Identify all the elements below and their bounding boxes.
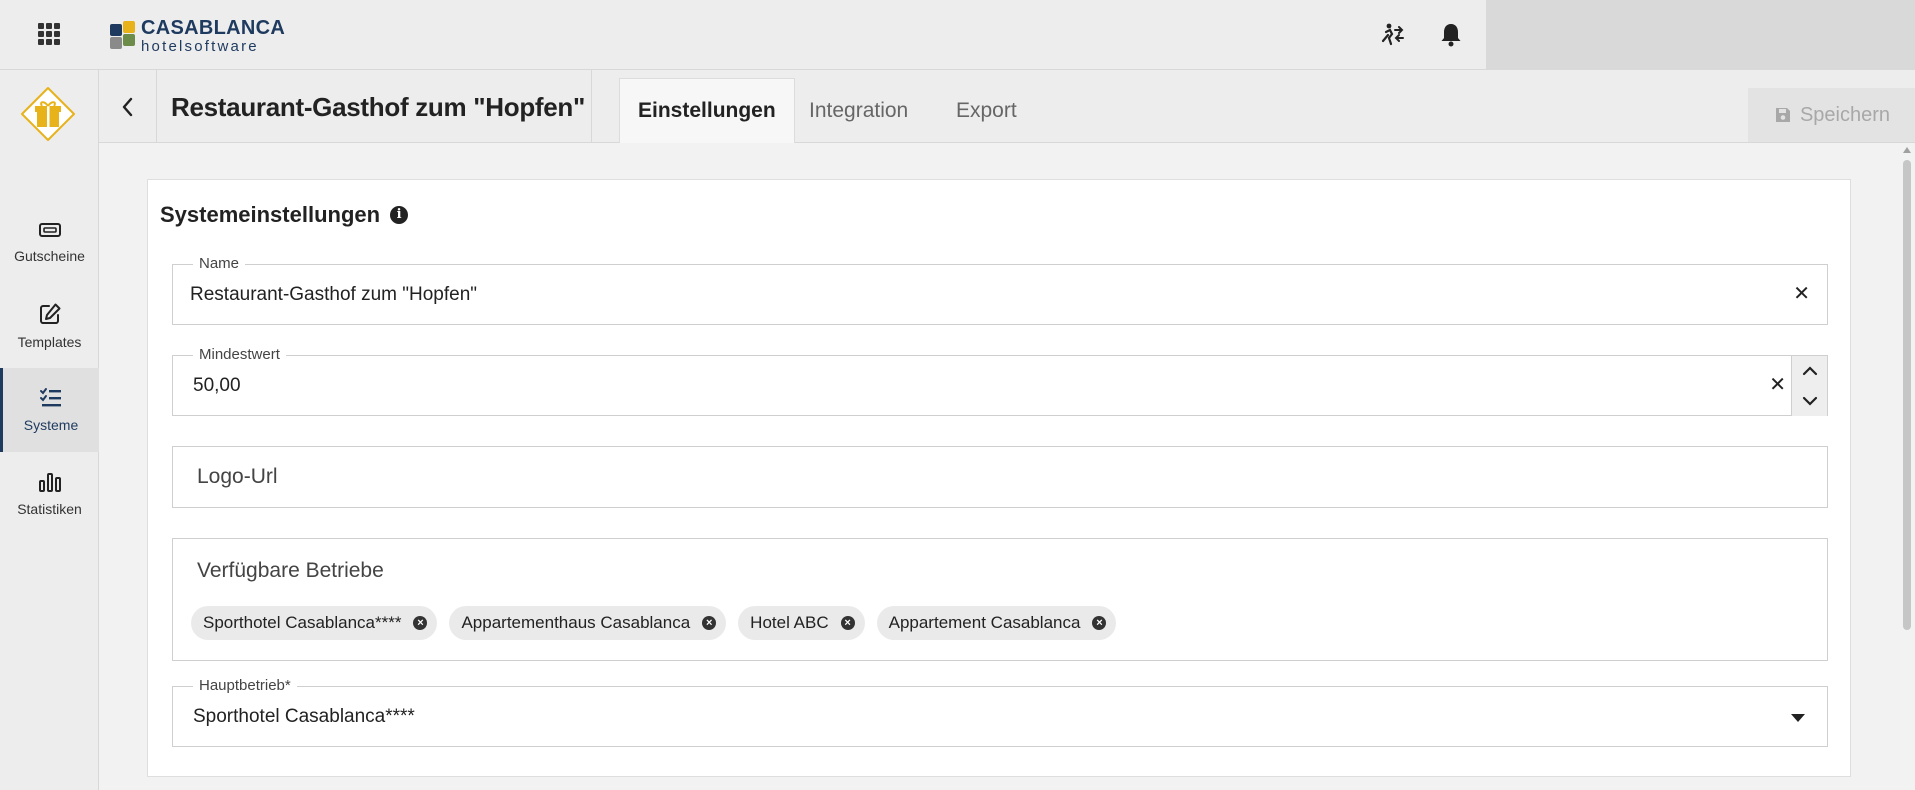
sidebar-item-statistiken[interactable]: Statistiken [0,452,99,536]
min-value-field[interactable]: Mindestwert 50,00 ✕ [172,346,1828,416]
chip-label: Appartement Casablanca [888,613,1081,632]
name-field[interactable]: Name Restaurant-Gasthof zum "Hopfen" ✕ [172,255,1828,325]
logo-mark-icon [110,21,136,51]
min-value-label: Mindestwert [193,346,286,363]
logo-brand-top: CASABLANCA [141,17,286,39]
scrollbar[interactable] [1899,144,1915,790]
quantity-stepper[interactable] [1791,356,1827,416]
name-value[interactable]: Restaurant-Gasthof zum "Hopfen" [190,284,477,306]
logo-url-field[interactable]: Logo-Url [172,446,1828,508]
ticket-icon [38,223,61,237]
user-area [1486,0,1915,70]
main-property-label: Hauptbetrieb* [193,677,297,694]
edit-icon [39,303,60,324]
save-button[interactable]: Speichern [1748,88,1915,142]
main-property-select[interactable]: Hauptbetrieb* Sporthotel Casablanca**** [172,677,1828,747]
sidebar-item-label: Templates [17,334,82,350]
person-swap-icon[interactable] [1377,20,1407,50]
chevron-down-icon[interactable] [1792,386,1827,416]
sidebar-item-templates[interactable]: Templates [0,284,99,368]
available-properties-label: Verfügbare Betriebe [197,559,384,582]
min-value-value[interactable]: 50,00 [193,375,241,397]
remove-chip-icon[interactable]: × [840,616,855,630]
dropdown-arrow-icon[interactable] [1791,714,1805,722]
sidebar-item-label: Systeme [23,417,79,433]
back-button[interactable] [99,70,157,143]
chip-label: Sporthotel Casablanca**** [203,613,402,632]
chip-label: Hotel ABC [750,613,829,632]
chevron-left-icon [122,97,132,116]
available-properties-field[interactable]: Verfügbare Betriebe Sporthotel Casablanc… [172,538,1828,661]
remove-chip-icon[interactable]: × [1092,616,1107,630]
name-label: Name [193,255,246,272]
tab-export[interactable]: Export [938,78,1035,143]
property-chip[interactable]: Appartement Casablanca × [876,606,1117,640]
property-chip[interactable]: Hotel ABC × [738,606,865,640]
remove-chip-icon[interactable]: × [702,616,717,630]
page-header: Restaurant-Gasthof zum "Hopfen" Einstell… [99,70,1915,143]
sidebar-item-systeme[interactable]: Systeme [0,368,99,452]
sidebar-item-gutscheine[interactable]: Gutscheine [0,200,99,284]
bell-icon[interactable] [1436,20,1466,50]
section-title: Systemeinstellungen i [160,202,409,228]
logo-url-placeholder: Logo-Url [197,465,278,488]
scroll-up-arrow-icon[interactable] [1903,147,1911,153]
tab-integration[interactable]: Integration [791,78,926,143]
gift-app-icon[interactable] [20,86,76,142]
chip-list: Sporthotel Casablanca**** × Appartementh… [191,606,1117,640]
top-bar: CASABLANCA hotelsoftware [0,0,1915,70]
sidebar-item-label: Gutscheine [14,248,85,264]
sidebar-item-label: Statistiken [17,501,82,517]
remove-chip-icon[interactable]: × [413,616,428,630]
bar-chart-icon [38,473,61,492]
tab-einstellungen[interactable]: Einstellungen [619,78,795,143]
left-sidebar: Gutscheine Templates Systeme Statistiken [0,70,99,790]
divider [591,70,592,143]
chip-label: Appartementhaus Casablanca [461,613,691,632]
section-title-text: Systemeinstellungen [160,202,381,227]
page-title: Restaurant-Gasthof zum "Hopfen" [171,92,586,122]
settings-card: Systemeinstellungen i Name Restaurant-Ga… [147,179,1851,777]
grid-icon[interactable] [38,23,60,45]
save-button-label: Speichern [1799,103,1891,126]
chevron-up-icon[interactable] [1792,356,1827,386]
clear-icon[interactable]: ✕ [1793,284,1810,304]
info-icon[interactable]: i [390,206,409,224]
property-chip[interactable]: Appartementhaus Casablanca × [449,606,727,640]
floppy-disk-icon [1775,108,1790,122]
casablanca-logo: CASABLANCA hotelsoftware [110,18,285,54]
checklist-icon [40,388,61,407]
logo-brand-bottom: hotelsoftware [141,38,259,55]
main-property-value[interactable]: Sporthotel Casablanca**** [193,706,415,728]
clear-icon[interactable]: ✕ [1769,375,1786,395]
scrollbar-thumb[interactable] [1903,160,1911,630]
property-chip[interactable]: Sporthotel Casablanca**** × [191,606,438,640]
